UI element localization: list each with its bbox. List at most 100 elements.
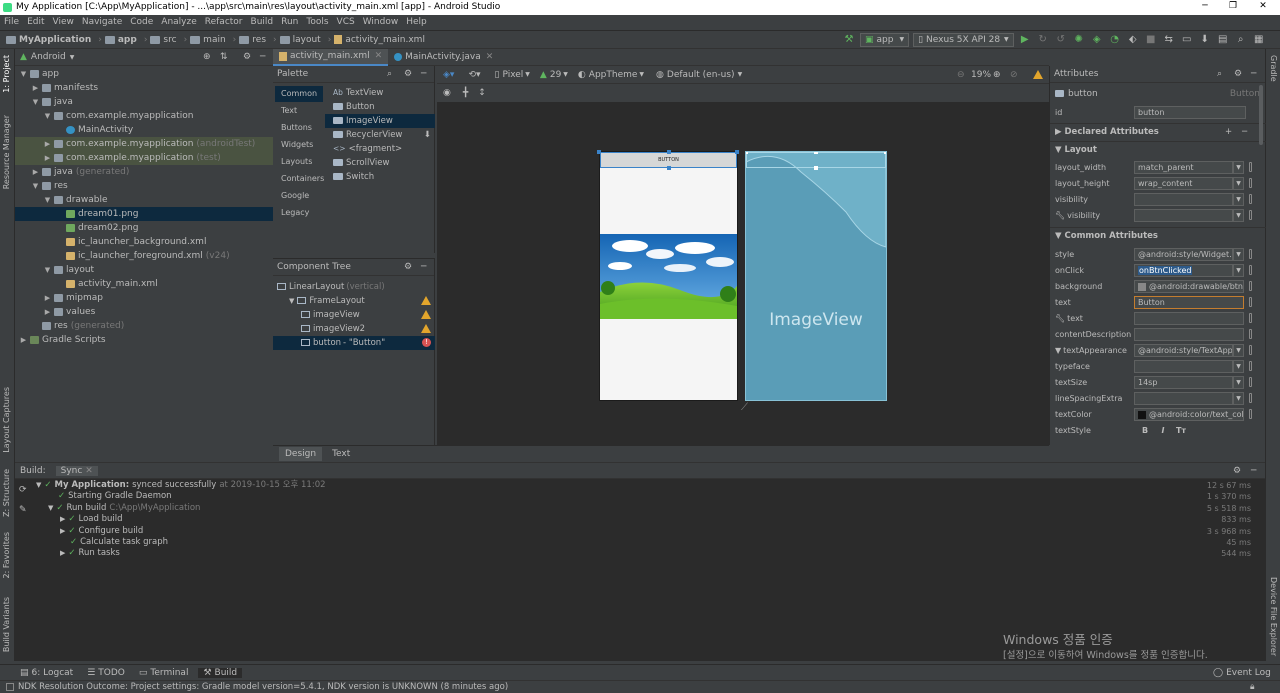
attr-value-field[interactable] <box>1134 193 1233 206</box>
palette-item[interactable]: Switch <box>325 170 435 184</box>
hide-panel-icon[interactable]: ─ <box>421 69 426 79</box>
design-preview[interactable]: BUTTON <box>597 150 739 401</box>
attr-value-field[interactable]: onBtnClicked <box>1134 264 1233 277</box>
zoom-fit-icon[interactable]: ⊘ <box>1010 70 1018 80</box>
component-tree-item[interactable]: imageView2 <box>273 322 435 336</box>
pick-resource-icon[interactable] <box>1249 377 1252 387</box>
gear-icon[interactable]: ⚙ <box>243 52 251 62</box>
pick-resource-icon[interactable] <box>1249 361 1252 371</box>
attr-value-field[interactable]: @android:style/Widget.I <box>1134 248 1233 261</box>
chevron-right-icon[interactable]: ▶ <box>31 81 40 95</box>
project-tree-item[interactable]: ic_launcher_foreground.xml (v24) <box>15 249 273 263</box>
project-structure-icon[interactable]: ▦ <box>1253 34 1265 46</box>
resize-handle-icon[interactable]: ⟋ <box>741 402 748 413</box>
remove-attribute-icon[interactable]: ─ <box>1242 124 1247 140</box>
palette-item[interactable]: ImageView <box>325 114 435 128</box>
palette-category-common[interactable]: Common <box>275 86 323 102</box>
palette-item[interactable]: <> <fragment> <box>325 142 435 156</box>
pick-resource-icon[interactable] <box>1249 281 1252 291</box>
lock-icon[interactable]: 🔒︎ <box>1250 681 1255 693</box>
pick-resource-icon[interactable] <box>1249 329 1252 339</box>
menu-window[interactable]: Window <box>363 15 399 30</box>
chevron-down-icon[interactable]: ▼ <box>1055 346 1061 355</box>
chevron-right-icon[interactable]: ▶ <box>19 333 28 347</box>
coverage-icon[interactable]: ◈ <box>1091 34 1103 46</box>
avd-manager-icon[interactable]: ▭ <box>1181 34 1193 46</box>
palette-category-widgets[interactable]: Widgets <box>275 137 323 153</box>
chevron-down-icon[interactable]: ▼ <box>1233 344 1244 357</box>
project-tree-item[interactable]: dream02.png <box>15 221 273 235</box>
profile-icon[interactable]: ◔ <box>1109 34 1121 46</box>
tab-main-activity-java[interactable]: MainActivity.java ✕ <box>388 49 499 66</box>
palette-item[interactable]: RecyclerView ⬇ <box>325 128 435 142</box>
chevron-down-icon[interactable]: ▼ <box>31 179 40 193</box>
warning-icon[interactable] <box>1033 70 1043 79</box>
error-icon[interactable]: ! <box>422 338 431 347</box>
locate-icon[interactable]: ⊕ <box>203 52 211 62</box>
chevron-down-icon[interactable]: ▼ <box>43 263 52 277</box>
chevron-down-icon[interactable]: ▼ <box>1233 376 1244 389</box>
project-tree-item[interactable]: ▶ com.example.myapplication (test) <box>15 151 273 165</box>
design-surface-icon[interactable]: ◈▾ <box>443 70 454 80</box>
project-tree-item[interactable]: ▼ com.example.myapplication <box>15 109 273 123</box>
declared-attributes-section[interactable]: ▶ Declared Attributes + ─ <box>1050 123 1266 139</box>
chevron-down-icon[interactable]: ▼ <box>36 481 41 489</box>
chevron-right-icon[interactable]: ▶ <box>43 151 52 165</box>
project-tree-item[interactable]: ▶ manifests <box>15 81 273 95</box>
palette-category-text[interactable]: Text <box>275 103 323 119</box>
palette-category-legacy[interactable]: Legacy <box>275 205 323 221</box>
menu-edit[interactable]: Edit <box>27 15 44 30</box>
breadcrumb-file[interactable]: activity_main.xml <box>334 35 425 45</box>
attr-value-field[interactable] <box>1134 392 1233 405</box>
chevron-down-icon[interactable]: ▼ <box>1233 209 1244 222</box>
project-tree-item[interactable]: ▶ com.example.myapplication (androidTest) <box>15 137 273 151</box>
attr-value-field[interactable] <box>1134 312 1244 325</box>
restart-sync-icon[interactable]: ⟳ <box>19 485 27 495</box>
project-tree-item[interactable]: ▶ mipmap <box>15 291 273 305</box>
project-tree-item[interactable]: ▼ app <box>15 67 273 81</box>
menu-analyze[interactable]: Analyze <box>161 15 196 30</box>
close-tab-icon[interactable]: ✕ <box>375 51 383 61</box>
chevron-down-icon[interactable]: ▼ <box>289 297 294 305</box>
attr-value-field[interactable]: 14sp <box>1134 376 1233 389</box>
tool-tab-build[interactable]: ⚒ Build <box>198 667 243 678</box>
warning-icon[interactable] <box>421 310 431 319</box>
pick-resource-icon[interactable] <box>1249 265 1252 275</box>
pick-resource-icon[interactable] <box>1249 297 1252 307</box>
api-picker[interactable]: ▲ 29 ▼ <box>540 70 568 80</box>
tool-tab-gradle[interactable]: Gradle <box>1269 55 1278 82</box>
component-tree-item[interactable]: ▼ FrameLayout <box>273 294 435 308</box>
breadcrumb-layout[interactable]: layout <box>279 35 321 45</box>
close-tab-icon[interactable]: ✕ <box>486 52 494 62</box>
attributes-scrollbar[interactable] <box>1259 85 1263 145</box>
stop-icon[interactable]: ■ <box>1145 34 1157 46</box>
menu-vcs[interactable]: VCS <box>337 15 355 30</box>
tool-tab-device-file-explorer[interactable]: Device File Explorer <box>1269 577 1278 656</box>
tool-tab-logcat[interactable]: ▤ 6: Logcat <box>20 668 73 678</box>
chevron-down-icon[interactable]: ▼ <box>1233 177 1244 190</box>
chevron-right-icon[interactable]: ▶ <box>43 137 52 151</box>
layout-section[interactable]: ▼ Layout <box>1050 141 1266 157</box>
palette-category-layouts[interactable]: Layouts <box>275 154 323 170</box>
pick-resource-icon[interactable] <box>1249 249 1252 259</box>
attr-value-field[interactable]: wrap_content <box>1134 177 1233 190</box>
hide-panel-icon[interactable]: ─ <box>1251 466 1256 476</box>
tab-activity-main-xml[interactable]: activity_main.xml ✕ <box>273 48 389 66</box>
chevron-down-icon[interactable]: ▼ <box>1233 161 1244 174</box>
palette-item[interactable]: Ab TextView <box>325 86 435 100</box>
build-line[interactable]: ▼ ✓ My Application: synced successfully at 2… <box>36 480 326 491</box>
build-line[interactable]: ✓ Calculate task graph <box>60 537 168 548</box>
palette-category-google[interactable]: Google <box>275 188 323 204</box>
chevron-down-icon[interactable]: ▼ <box>19 67 28 81</box>
palette-category-buttons[interactable]: Buttons <box>275 120 323 136</box>
warning-icon[interactable] <box>421 324 431 333</box>
margins-icon[interactable]: ╋ <box>463 88 468 98</box>
pick-resource-icon[interactable] <box>1249 409 1252 419</box>
tool-tab-terminal[interactable]: ▭ Terminal <box>139 668 189 678</box>
breadcrumb-src[interactable]: src <box>150 35 177 45</box>
menu-build[interactable]: Build <box>251 15 274 30</box>
menu-run[interactable]: Run <box>281 15 298 30</box>
chevron-down-icon[interactable]: ▼ <box>48 504 53 512</box>
download-icon[interactable]: ⬇ <box>424 128 431 142</box>
italic-button[interactable]: I <box>1156 425 1170 437</box>
